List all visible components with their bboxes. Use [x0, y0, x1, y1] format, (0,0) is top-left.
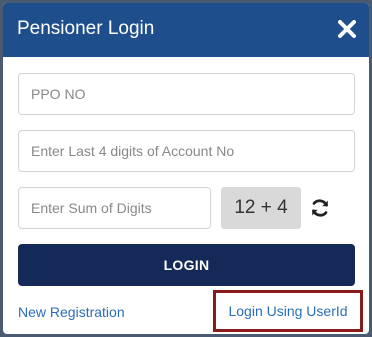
login-modal: Pensioner Login 12 + 4 LOGIN New Registr… — [3, 3, 369, 334]
userid-link-highlight: Login Using UserId — [213, 290, 363, 332]
login-button[interactable]: LOGIN — [18, 244, 355, 286]
modal-body: 12 + 4 LOGIN New Registration Login Usin… — [3, 57, 369, 334]
captcha-sum-input[interactable] — [18, 187, 211, 229]
new-registration-link[interactable]: New Registration — [18, 304, 125, 320]
modal-title: Pensioner Login — [17, 18, 155, 39]
refresh-icon[interactable] — [309, 197, 331, 219]
close-icon[interactable] — [333, 15, 361, 43]
account-digits-input[interactable] — [18, 130, 355, 172]
ppo-input[interactable] — [18, 73, 355, 115]
modal-header: Pensioner Login — [3, 3, 369, 57]
login-userid-link[interactable]: Login Using UserId — [216, 293, 360, 329]
captcha-display: 12 + 4 — [221, 187, 301, 229]
